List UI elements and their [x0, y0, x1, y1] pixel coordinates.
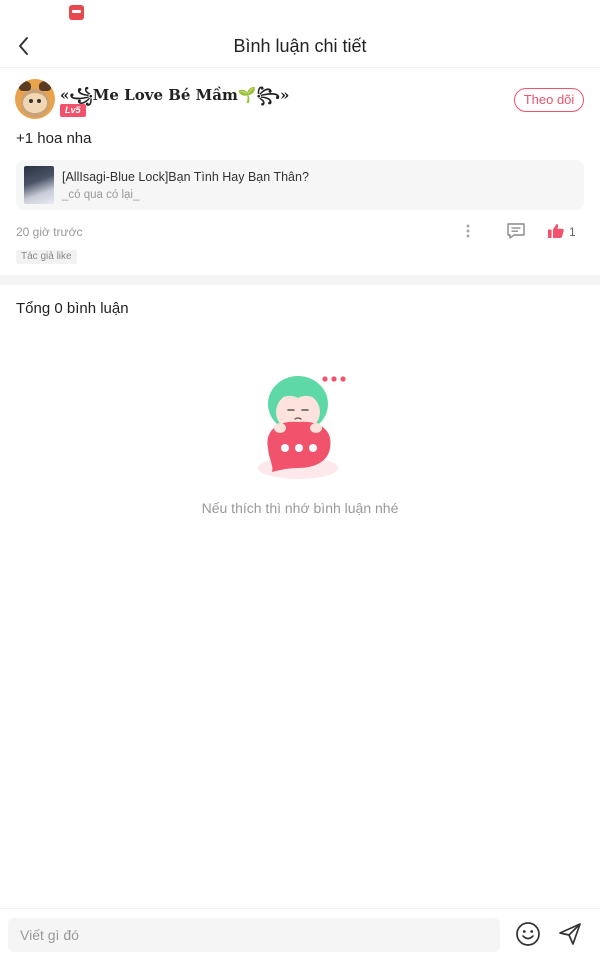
story-thumbnail — [24, 166, 54, 204]
thumbs-up-icon — [548, 224, 564, 238]
section-divider — [0, 275, 600, 285]
smiley-icon — [516, 922, 540, 946]
header: Bình luận chi tiết — [0, 26, 600, 68]
author-name[interactable]: «꧁Me Love Bé Mầm🌱꧂» — [60, 83, 289, 114]
more-options-button[interactable] — [460, 222, 476, 240]
avatar[interactable] — [15, 79, 55, 119]
status-bar — [0, 0, 600, 26]
comment-icon — [507, 223, 525, 239]
reply-button[interactable] — [506, 222, 526, 240]
comment-meta-row: 20 giờ trước 1 — [16, 222, 584, 242]
story-title: [AllIsagi-Blue Lock]Bạn Tình Hay Bạn Thâ… — [62, 170, 309, 184]
timestamp: 20 giờ trước — [16, 225, 83, 239]
follow-button[interactable]: Theo dõi — [514, 88, 584, 112]
comment-text: +1 hoa nha — [16, 130, 92, 147]
page-title: Bình luận chi tiết — [233, 36, 367, 56]
empty-state-mascot-illustration — [250, 368, 350, 484]
comment-composer — [0, 908, 600, 960]
author-liked-tag: Tác giả like — [16, 250, 77, 264]
like-button[interactable]: 1 — [547, 222, 583, 240]
quoted-story-card[interactable]: [AllIsagi-Blue Lock]Bạn Tình Hay Bạn Thâ… — [16, 160, 584, 210]
like-count: 1 — [569, 225, 576, 239]
comment-input[interactable] — [8, 918, 500, 952]
total-comments-label: Tổng 0 bình luận — [16, 300, 129, 317]
level-badge: Lv5 — [60, 104, 86, 117]
empty-state-text: Nếu thích thì nhớ bình luận nhé — [201, 500, 399, 516]
manga-app-icon — [69, 5, 84, 20]
story-chapter: _có qua có lại_ — [62, 189, 140, 201]
more-vertical-icon — [466, 224, 470, 238]
send-button[interactable] — [557, 921, 583, 947]
emoji-button[interactable] — [515, 921, 541, 947]
send-icon — [559, 923, 581, 945]
